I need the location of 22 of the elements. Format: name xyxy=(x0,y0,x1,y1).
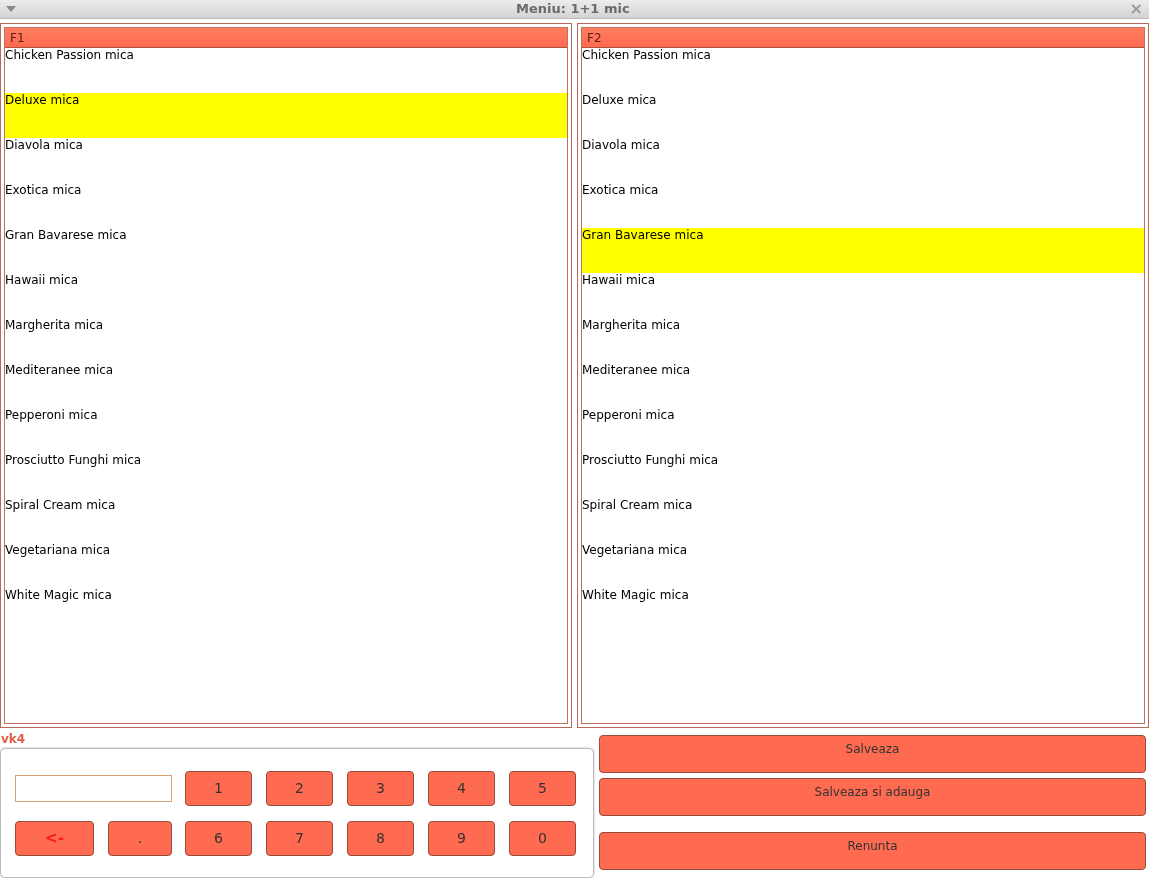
action-button[interactable]: Renunta xyxy=(599,832,1146,870)
action-button[interactable]: Salveaza si adauga xyxy=(599,778,1146,816)
keypad-key[interactable]: 8 xyxy=(347,821,414,856)
keypad-key[interactable]: 1 xyxy=(185,771,252,806)
keypad-key[interactable]: 7 xyxy=(266,821,333,856)
keypad-key[interactable]: 9 xyxy=(428,821,495,856)
keypad-key[interactable]: 3 xyxy=(347,771,414,806)
keypad-key[interactable]: . xyxy=(108,821,172,856)
keypad-key[interactable]: 0 xyxy=(509,821,576,856)
input-field[interactable] xyxy=(15,775,172,802)
keypad-key[interactable]: 5 xyxy=(509,771,576,806)
keypad-key[interactable]: 6 xyxy=(185,821,252,856)
window-title: Meniu: 1+1 mic xyxy=(514,0,631,19)
keypad-key[interactable]: 4 xyxy=(428,771,495,806)
list-header: F2 xyxy=(582,28,1144,48)
action-button[interactable]: Salveaza xyxy=(599,735,1146,773)
dropdown-arrow-icon[interactable] xyxy=(6,6,16,12)
keypad-label: vk4 xyxy=(1,731,27,747)
keypad-key[interactable]: 2 xyxy=(266,771,333,806)
list-item[interactable]: Deluxe mica xyxy=(5,93,567,138)
list-header: F1 xyxy=(5,28,567,48)
list-item[interactable]: Gran Bavarese mica xyxy=(582,228,1144,273)
